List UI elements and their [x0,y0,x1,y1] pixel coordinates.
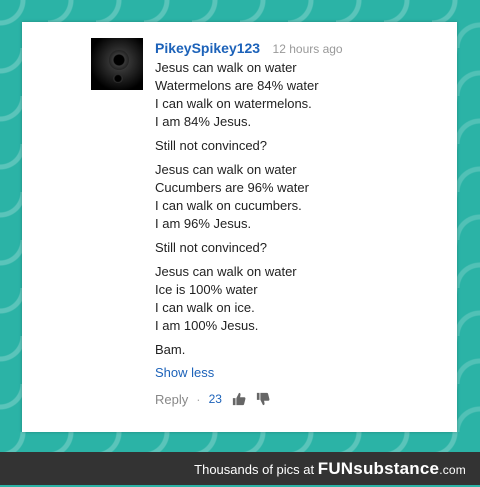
timestamp[interactable]: 12 hours ago [273,42,343,56]
comment-body: Jesus can walk on water Watermelons are … [155,59,445,359]
funsubstance-logo[interactable]: FUNsubstance.com [318,459,466,478]
comment-header: PikeySpikey123 12 hours ago [155,38,445,58]
comment-line: Bam. [155,342,186,357]
comment-paragraph: Bam. [155,341,445,359]
comment-paragraph: Still not convinced? [155,137,445,155]
comment-card: PikeySpikey123 12 hours ago Jesus can wa… [22,22,457,432]
comment-line: Watermelons are 84% water [155,78,319,93]
comment-line: Jesus can walk on water [155,264,297,279]
comment-line: Still not convinced? [155,138,268,153]
like-count: 23 [208,392,222,406]
footer-credit: Thousands of pics at FUNsubstance.com [194,452,466,485]
comment-line: I am 84% Jesus. [155,114,252,129]
comment-paragraph: Still not convinced? [155,239,445,257]
thumbs-up-icon[interactable] [232,392,246,406]
comment-line: Jesus can walk on water [155,60,297,75]
separator-dot: · [196,391,201,407]
comment-content: PikeySpikey123 12 hours ago Jesus can wa… [155,38,445,408]
avatar-gun-detail [113,74,123,83]
thumbs-down-icon[interactable] [256,392,270,406]
username-link[interactable]: PikeySpikey123 [155,40,260,56]
brand-fun: FUN [317,459,354,478]
avatar[interactable] [91,38,143,90]
comment-line: Jesus can walk on water [155,162,297,177]
brand-substance: substance [353,459,440,478]
comment-line: I can walk on ice. [155,300,255,315]
footer-tagline: Thousands of pics at [194,462,315,477]
comment-line: Ice is 100% water [155,282,258,297]
footer-bar: Thousands of pics at FUNsubstance.com [0,452,480,485]
comment-paragraph: Jesus can walk on water Watermelons are … [155,59,445,131]
comment-paragraph: Jesus can walk on water Ice is 100% wate… [155,263,445,335]
comment-line: Still not convinced? [155,240,268,255]
comment-actions: Reply · 23 [155,390,445,408]
comment-line: Cucumbers are 96% water [155,180,309,195]
comment-paragraph: Jesus can walk on water Cucumbers are 96… [155,161,445,233]
show-less-link[interactable]: Show less [155,364,445,382]
reply-button[interactable]: Reply [155,392,188,407]
avatar-gun-barrel [109,50,129,70]
brand-com: .com [439,463,466,477]
comment-line: I can walk on cucumbers. [155,198,302,213]
comment-line: I can walk on watermelons. [155,96,312,111]
comment-line: I am 100% Jesus. [155,318,259,333]
comment-line: I am 96% Jesus. [155,216,252,231]
